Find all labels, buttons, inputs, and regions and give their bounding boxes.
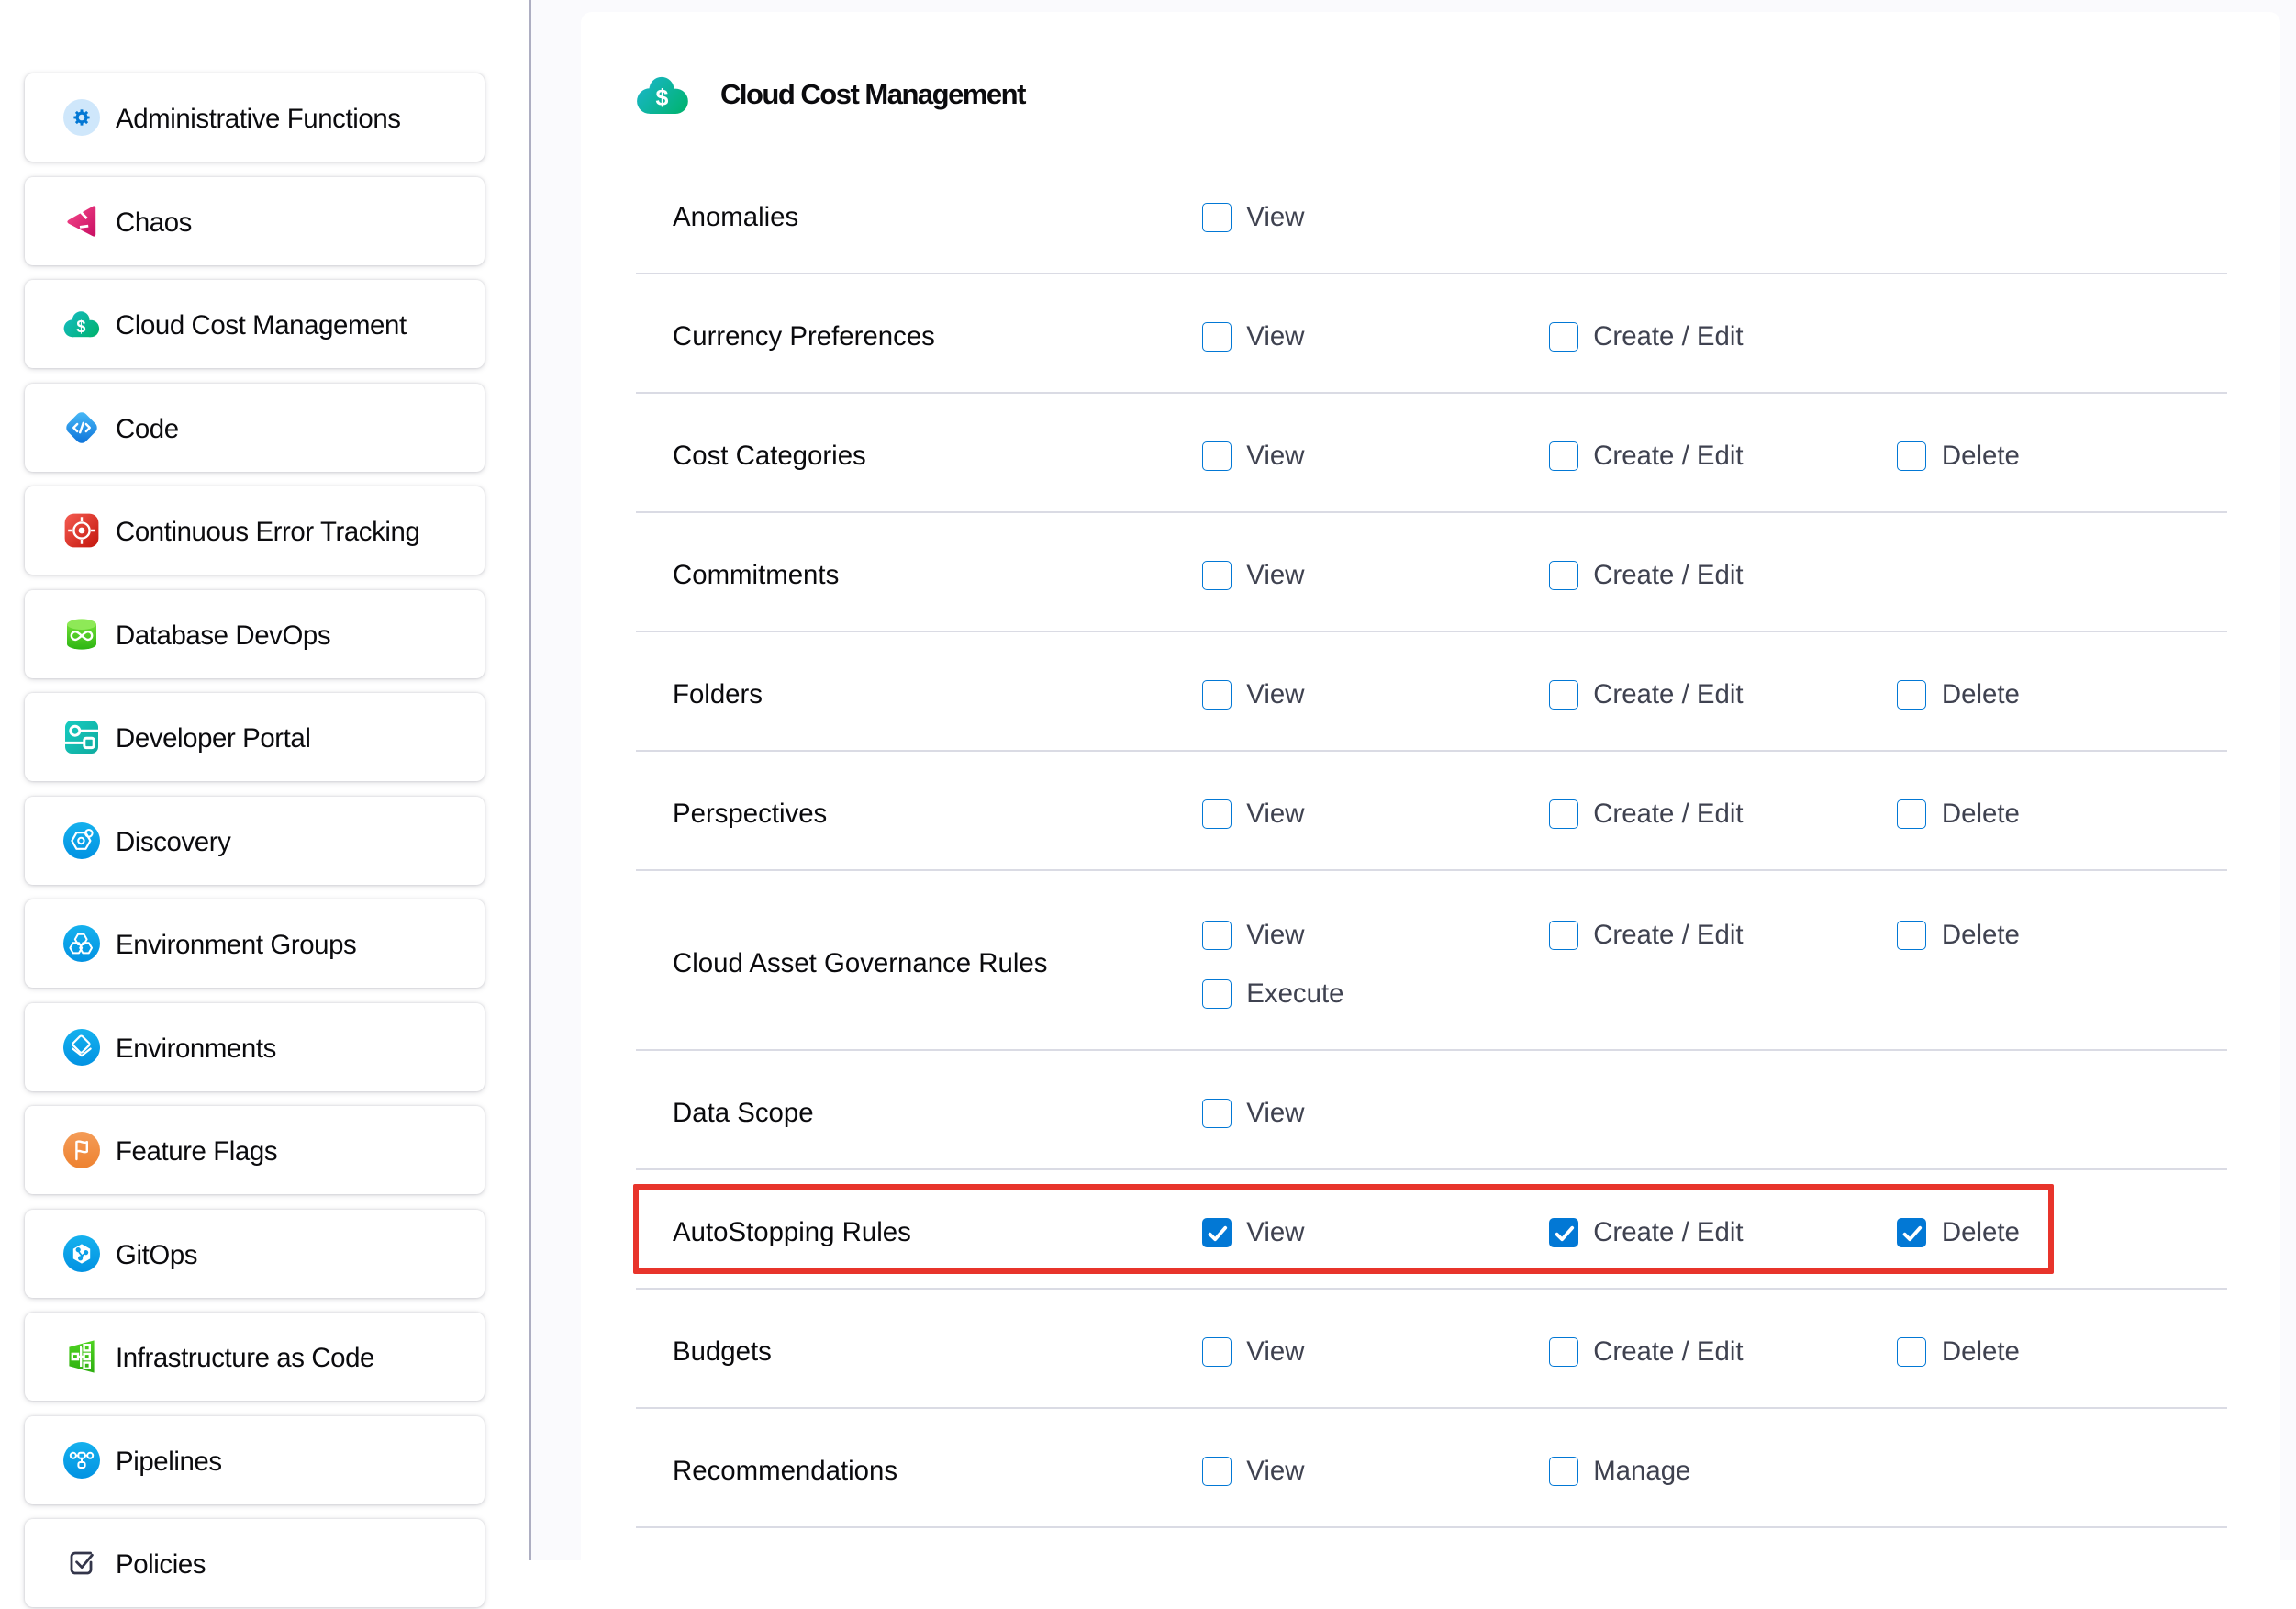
svg-text:$: $ xyxy=(656,85,669,111)
svg-text:$: $ xyxy=(76,318,85,336)
